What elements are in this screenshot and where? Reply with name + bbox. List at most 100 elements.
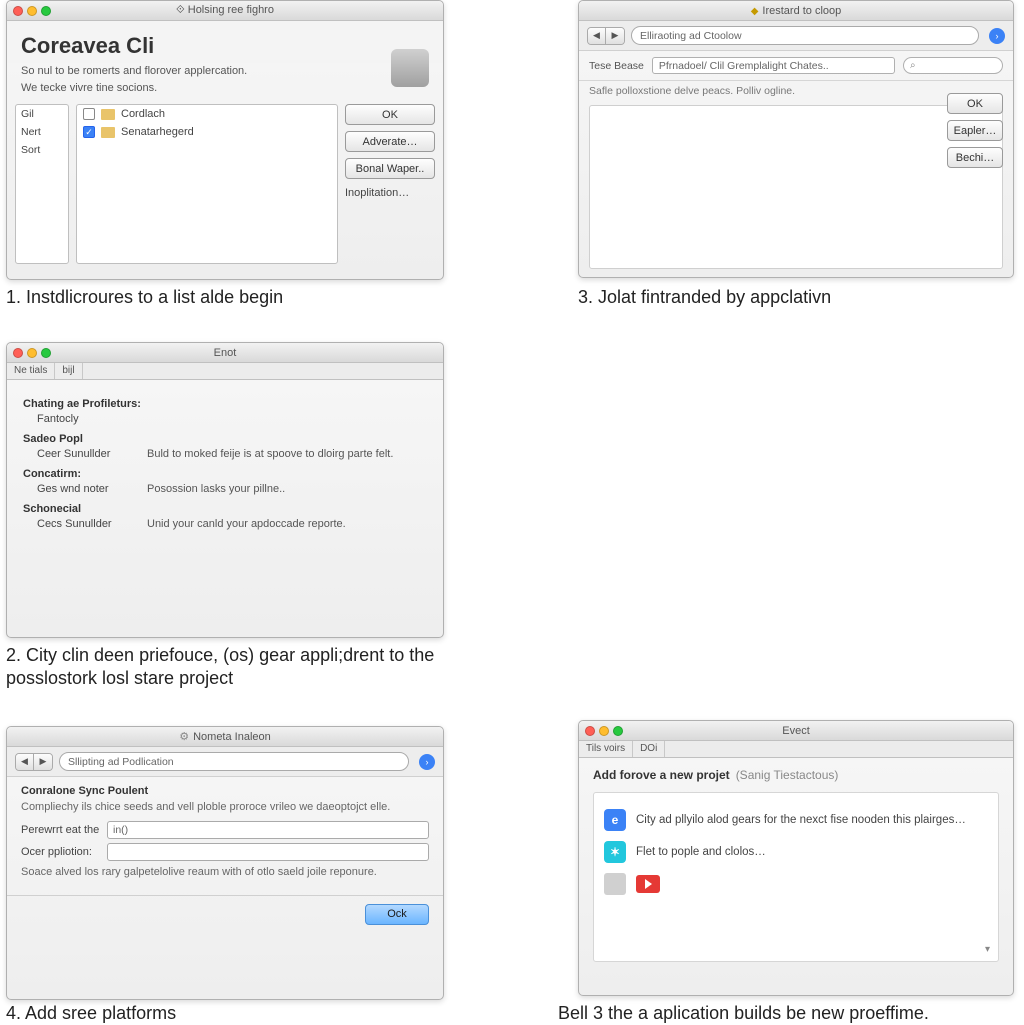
tab[interactable]: Ne tials — [7, 363, 55, 379]
folder-icon — [101, 109, 115, 120]
pref-label: Ceer Sunullder — [37, 448, 147, 460]
tab-strip[interactable]: Tils voirs DOi — [579, 741, 1013, 758]
dialog-1: ⟐ Holsing ree fighro Coreavea Cli So nul… — [6, 0, 444, 280]
close-icon[interactable] — [585, 726, 595, 736]
minimize-icon[interactable] — [599, 726, 609, 736]
dialog-heading: Coreavea Cli — [7, 25, 443, 63]
tab[interactable]: bijl — [55, 363, 82, 379]
project-item-label: City ad pllyilo alod gears for the nexct… — [636, 814, 966, 826]
titlebar[interactable]: ⚙Nometa Inaleon — [7, 727, 443, 747]
prefs-body: Chating ae Profileturs: Fantocly Sadeo P… — [7, 380, 443, 543]
eapler-button[interactable]: Eapler… — [947, 120, 1003, 141]
window-title: Enot — [7, 347, 443, 359]
folder-icon — [101, 127, 115, 138]
category-item[interactable]: Nert — [16, 123, 68, 141]
zoom-icon[interactable] — [613, 726, 623, 736]
nav-buttons[interactable]: ◀ ▶ — [15, 753, 53, 771]
dialog-2: Enot Ne tials bijl Chating ae Profiletur… — [6, 342, 444, 638]
titlebar[interactable]: ⟐ Holsing ree fighro — [7, 1, 443, 21]
dialog-5: Evect Tils voirs DOi Add forove a new pr… — [578, 720, 1014, 996]
path-field[interactable]: Sllipting ad Podlication — [59, 752, 409, 771]
advanced-button[interactable]: Adverate… — [345, 131, 435, 152]
pref-value: Buld to moked feije is at spoove to dloi… — [147, 448, 427, 460]
pref-label: Ges wnd noter — [37, 483, 147, 495]
traffic-lights[interactable] — [13, 6, 51, 16]
file-row[interactable]: Cordlach — [77, 105, 337, 123]
ok-button[interactable]: OK — [947, 93, 1003, 114]
back-icon[interactable]: ◀ — [588, 28, 606, 44]
project-item-icon: ✶ — [604, 841, 626, 863]
pref-label: Fantocly — [37, 413, 147, 425]
file-label: Senatarhegerd — [121, 126, 194, 138]
titlebar[interactable]: Evect — [579, 721, 1013, 741]
form-note: Soace alved los rary galpetelolive reaum… — [21, 865, 429, 880]
checkbox-checked[interactable]: ✓ — [83, 126, 95, 138]
chevron-down-icon[interactable]: ▾ — [985, 944, 990, 955]
app-icon — [391, 49, 429, 87]
back-icon[interactable]: ◀ — [16, 754, 34, 770]
minimize-icon[interactable] — [27, 6, 37, 16]
titlebar[interactable]: ◆Irestard to cloop — [579, 1, 1013, 21]
traffic-lights[interactable] — [585, 726, 623, 736]
project-item[interactable]: e City ad pllyilo alod gears for the nex… — [604, 809, 988, 831]
pref-label: Cecs Sunullder — [37, 518, 147, 530]
button-column: OK Adverate… Bonal Waper.. Inoplitation… — [345, 104, 435, 264]
ok-button[interactable]: OK — [345, 104, 435, 125]
tab-strip[interactable]: Ne tials bijl — [7, 363, 443, 380]
ok-button[interactable]: Ock — [365, 904, 429, 925]
nav-buttons[interactable]: ◀ ▶ — [587, 27, 625, 45]
group-title: Concatirm: — [23, 468, 427, 480]
forward-icon[interactable]: ▶ — [606, 28, 624, 44]
dialog-4: ⚙Nometa Inaleon ◀ ▶ Sllipting ad Podlica… — [6, 726, 444, 1000]
caption-1: 1. Instdlicroures to a list alde begin — [6, 286, 283, 309]
pref-value: Posossion lasks your pillne.. — [147, 483, 427, 495]
traffic-lights[interactable] — [13, 348, 51, 358]
project-header: Add forove a new projet(Sanig Tiestactou… — [593, 768, 999, 782]
go-icon[interactable]: › — [989, 28, 1005, 44]
go-icon[interactable]: › — [419, 754, 435, 770]
bechi-button[interactable]: Bechi… — [947, 147, 1003, 168]
file-list[interactable]: Cordlach ✓ Senatarhegerd — [76, 104, 338, 264]
bottom-bar: Ock — [7, 895, 443, 933]
caption-3: 3. Jolat fintranded by appclativn — [578, 286, 831, 309]
caption-4: 4. Add sree platforms — [6, 1002, 176, 1025]
window-title: Evect — [579, 725, 1013, 737]
toolbar: ◀ ▶ Sllipting ad Podlication › — [7, 747, 443, 777]
search-input[interactable]: ⌕ — [903, 57, 1003, 74]
bonal-button[interactable]: Bonal Waper.. — [345, 158, 435, 179]
minimize-icon[interactable] — [27, 348, 37, 358]
caption-2: 2. City clin deen priefouce, (os) gear a… — [6, 644, 476, 689]
close-icon[interactable] — [13, 6, 23, 16]
checkbox[interactable] — [83, 108, 95, 120]
window-title: ◆Irestard to cloop — [579, 5, 1013, 17]
filter-label: Tese Bease — [589, 60, 644, 72]
content-area — [589, 105, 1003, 269]
search-icon: ⌕ — [910, 60, 916, 71]
tab[interactable]: Tils voirs — [579, 741, 633, 757]
titlebar[interactable]: Enot — [7, 343, 443, 363]
file-label: Cordlach — [121, 108, 165, 120]
project-item[interactable]: ✶ Flet to pople and clolos… — [604, 841, 988, 863]
close-icon[interactable] — [13, 348, 23, 358]
category-item[interactable]: Gil — [16, 105, 68, 123]
window-title: ⟐ Holsing ree fighro — [7, 4, 443, 17]
zoom-icon[interactable] — [41, 6, 51, 16]
toolbar: ◀ ▶ Elliraoting ad Ctoolow › — [579, 21, 1013, 51]
zoom-icon[interactable] — [41, 348, 51, 358]
form-title: Conralone Sync Poulent — [21, 785, 429, 797]
window-title: ⚙Nometa Inaleon — [7, 730, 443, 743]
pref-value: Unid your canld your apdoccade reporte. — [147, 518, 427, 530]
path-field[interactable]: Elliraoting ad Ctoolow — [631, 26, 979, 45]
filter-row: Tese Bease Pfrnadoel/ Clil Gremplalight … — [579, 51, 1013, 81]
inoplitation-link[interactable]: Inoplitation… — [345, 185, 435, 201]
tab[interactable]: DOi — [633, 741, 665, 757]
filter-field[interactable]: Pfrnadoel/ Clil Gremplalight Chates.. — [652, 57, 895, 74]
file-row[interactable]: ✓ Senatarhegerd — [77, 123, 337, 141]
category-item[interactable]: Sort — [16, 141, 68, 159]
video-play-icon[interactable] — [636, 875, 660, 893]
forward-icon[interactable]: ▶ — [34, 754, 52, 770]
text-input[interactable] — [107, 843, 429, 861]
group-title: Sadeo Popl — [23, 433, 427, 445]
category-list[interactable]: Gil Nert Sort — [15, 104, 69, 264]
text-input[interactable]: in() — [107, 821, 429, 839]
